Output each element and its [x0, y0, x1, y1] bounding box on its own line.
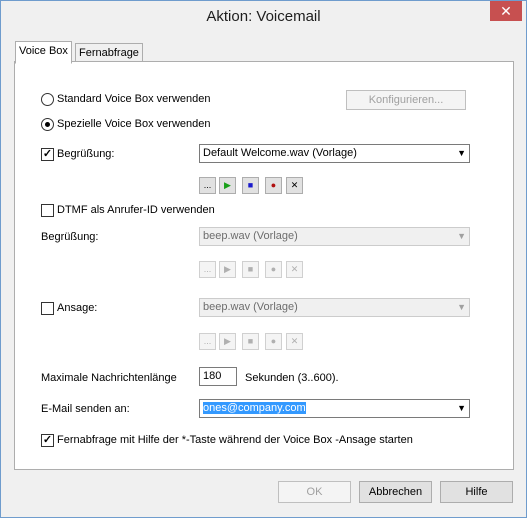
play-icon[interactable]: ▶: [219, 177, 236, 194]
chevron-down-icon: ▼: [457, 231, 466, 241]
record-icon[interactable]: ●: [265, 333, 282, 350]
browse-button[interactable]: ...: [199, 333, 216, 350]
max-length-unit: Sekunden (3..600).: [245, 372, 339, 384]
greeting2-select[interactable]: beep.wav (Vorlage) ▼: [199, 227, 470, 246]
title-bar: Aktion: Voicemail ✕: [1, 1, 526, 32]
standard-radio-label: Standard Voice Box verwenden: [57, 93, 211, 105]
dtmf-checkbox[interactable]: [41, 204, 54, 217]
browse-button[interactable]: ...: [199, 177, 216, 194]
browse-button[interactable]: ...: [199, 261, 216, 278]
greeting-label: Begrüßung:: [57, 148, 115, 160]
close-button[interactable]: ✕: [490, 1, 522, 21]
stop-icon[interactable]: ■: [242, 177, 259, 194]
announcement-select-value: beep.wav (Vorlage): [203, 301, 298, 313]
tab-panel: Standard Voice Box verwenden Konfigurier…: [14, 61, 514, 470]
tab-voice-box[interactable]: Voice Box: [15, 41, 72, 64]
play-icon[interactable]: ▶: [219, 333, 236, 350]
announcement-select[interactable]: beep.wav (Vorlage) ▼: [199, 298, 470, 317]
greeting2-label: Begrüßung:: [41, 231, 99, 243]
max-length-label: Maximale Nachrichtenlänge: [41, 372, 177, 384]
remote-label: Fernabfrage mit Hilfe der *-Taste währen…: [57, 434, 413, 446]
window-title: Aktion: Voicemail: [206, 8, 321, 25]
special-radio-label: Spezielle Voice Box verwenden: [57, 118, 211, 130]
dtmf-label: DTMF als Anrufer-ID verwenden: [57, 204, 215, 216]
delete-icon[interactable]: ✕: [286, 261, 303, 278]
greeting2-select-value: beep.wav (Vorlage): [203, 230, 298, 242]
delete-icon[interactable]: ✕: [286, 333, 303, 350]
greeting-checkbox[interactable]: ✓: [41, 148, 54, 161]
announcement-checkbox[interactable]: [41, 302, 54, 315]
special-radio[interactable]: [41, 118, 54, 131]
ok-button[interactable]: OK: [278, 481, 351, 503]
chevron-down-icon: ▼: [457, 302, 466, 312]
play-icon[interactable]: ▶: [219, 261, 236, 278]
delete-icon[interactable]: ✕: [286, 177, 303, 194]
greeting-select-value: Default Welcome.wav (Vorlage): [203, 147, 357, 159]
email-label: E-Mail senden an:: [41, 403, 130, 415]
dialog-window: Aktion: Voicemail ✕ Voice Box Fernabfrag…: [0, 0, 527, 518]
standard-radio[interactable]: [41, 93, 54, 106]
remote-checkbox[interactable]: ✓: [41, 434, 54, 447]
announcement-label: Ansage:: [57, 302, 98, 314]
configure-button[interactable]: Konfigurieren...: [346, 90, 466, 110]
stop-icon[interactable]: ■: [242, 333, 259, 350]
record-icon[interactable]: ●: [265, 261, 282, 278]
max-length-input[interactable]: 180: [199, 367, 237, 386]
email-combobox[interactable]: ones@company.com ▼: [199, 399, 470, 418]
record-icon[interactable]: ●: [265, 177, 282, 194]
stop-icon[interactable]: ■: [242, 261, 259, 278]
help-button[interactable]: Hilfe: [440, 481, 513, 503]
cancel-button[interactable]: Abbrechen: [359, 481, 432, 503]
chevron-down-icon: ▼: [457, 148, 466, 158]
chevron-down-icon: ▼: [457, 403, 466, 413]
greeting-select[interactable]: Default Welcome.wav (Vorlage) ▼: [199, 144, 470, 163]
email-value: ones@company.com: [203, 402, 306, 414]
